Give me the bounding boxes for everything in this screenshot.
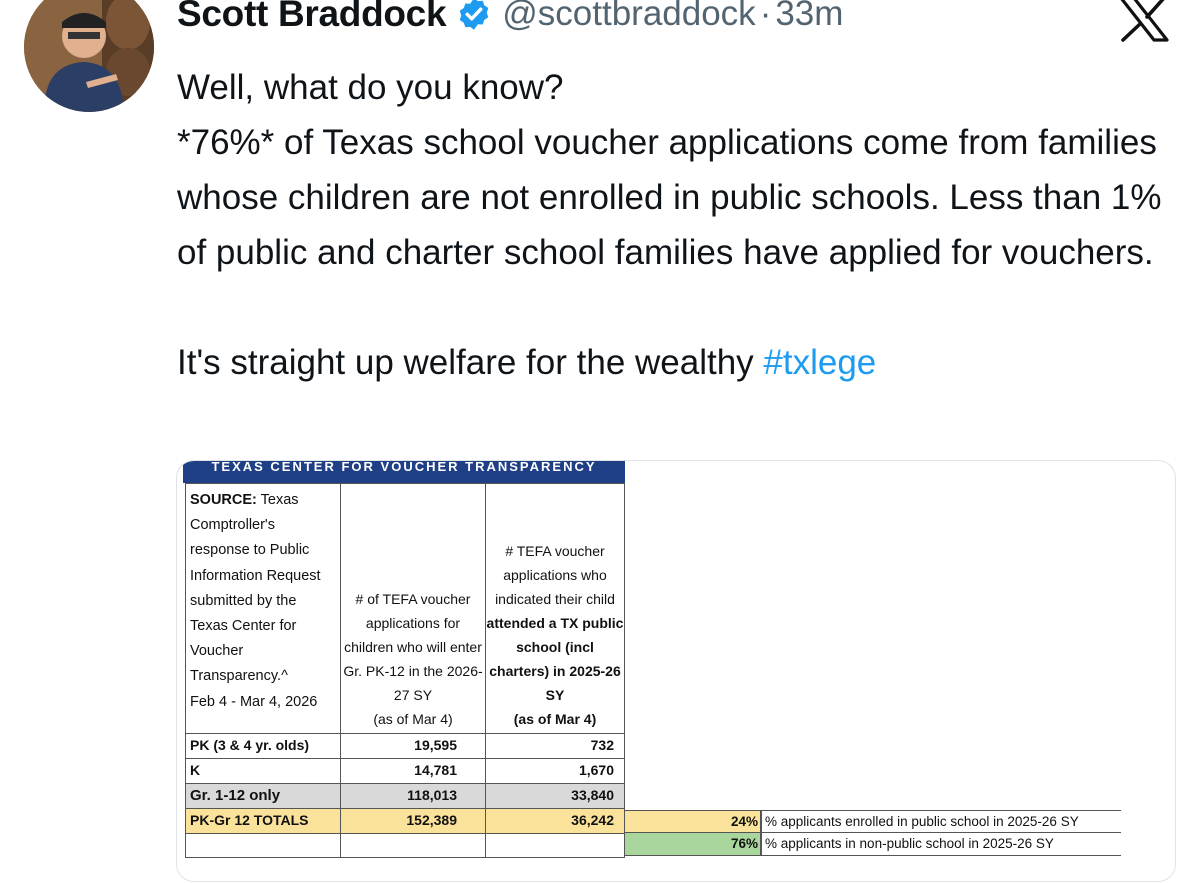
- author-name[interactable]: Scott Braddock: [177, 0, 447, 35]
- col1-header: # of TEFA voucher applications for child…: [340, 483, 485, 734]
- row-label: Gr. 1-12 only: [185, 784, 340, 809]
- col2-header-bold: attended a TX public school (incl charte…: [486, 615, 624, 703]
- row-label: K: [185, 759, 340, 784]
- totals-public: 36,242: [485, 809, 625, 834]
- col1-header-text: # of TEFA voucher applications for child…: [343, 591, 483, 703]
- attached-image[interactable]: TEXAS CENTER FOR VOUCHER TRANSPARENCY SO…: [176, 460, 1176, 882]
- spreadsheet-image: TEXAS CENTER FOR VOUCHER TRANSPARENCY SO…: [177, 461, 1175, 881]
- tweet-text: Well, what do you know? *76%* of Texas s…: [177, 60, 1177, 390]
- hashtag-link[interactable]: #txlege: [763, 343, 876, 382]
- row-label: PK (3 & 4 yr. olds): [185, 734, 340, 759]
- totals-applications: 152,389: [340, 809, 485, 834]
- tweet-line-2: *76%* of Texas school voucher applicatio…: [177, 123, 1162, 272]
- avatar-photo: [24, 0, 154, 112]
- header-separator: ·: [759, 0, 772, 33]
- source-text: Texas Comptroller's response to Public I…: [190, 492, 321, 685]
- percent-nonpublic-label: % applicants in non-public school in 202…: [761, 833, 1121, 856]
- col2-header: # TEFA voucher applications who indicate…: [485, 483, 625, 734]
- source-cell: SOURCE: Texas Comptroller's response to …: [185, 483, 340, 734]
- percent-nonpublic: 76%: [625, 833, 761, 856]
- row-value-public: 1,670: [485, 759, 625, 784]
- tweet-line-3-text: It's straight up welfare for the wealthy: [177, 343, 764, 382]
- empty-cell: [340, 834, 485, 858]
- col2-header-text: # TEFA voucher applications who indicate…: [495, 543, 615, 607]
- row-value-applications: 19,595: [340, 734, 485, 759]
- col2-asof: (as of Mar 4): [513, 711, 597, 727]
- verified-badge-icon: [456, 0, 492, 32]
- row-value-public: 732: [485, 734, 625, 759]
- row-value-applications: 14,781: [340, 759, 485, 784]
- empty-cell: [485, 834, 625, 858]
- percent-public: 24%: [625, 810, 761, 833]
- x-logo-icon[interactable]: [1118, 0, 1170, 42]
- col1-asof: (as of Mar 4): [373, 711, 453, 727]
- source-date: Feb 4 - Mar 4, 2026: [190, 693, 318, 710]
- percent-public-label: % applicants enrolled in public school i…: [761, 810, 1121, 833]
- empty-cell: [185, 834, 340, 858]
- tweet-line-1: Well, what do you know?: [177, 68, 564, 107]
- row-value-public: 33,840: [485, 784, 625, 809]
- tweet-line-3: It's straight up welfare for the wealthy…: [177, 335, 1177, 390]
- post-time[interactable]: 33m: [775, 0, 843, 34]
- table-banner: TEXAS CENTER FOR VOUCHER TRANSPARENCY: [183, 461, 625, 483]
- totals-label: PK-Gr 12 TOTALS: [185, 809, 340, 834]
- row-value-applications: 118,013: [340, 784, 485, 809]
- tweet-header: Scott Braddock @scottbraddock · 33m: [177, 0, 843, 38]
- author-handle[interactable]: @scottbraddock: [502, 0, 755, 34]
- author-avatar[interactable]: [24, 0, 154, 112]
- source-label: SOURCE:: [190, 492, 257, 508]
